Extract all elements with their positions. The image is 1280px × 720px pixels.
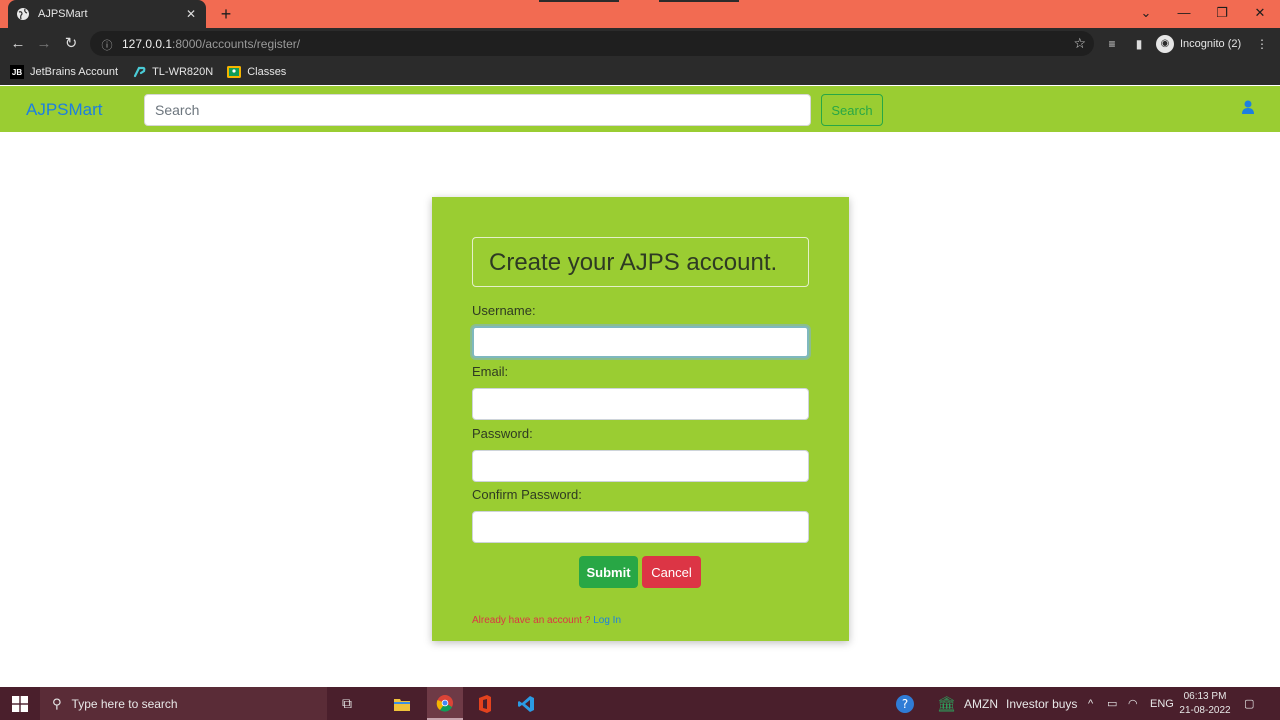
search-icon: ⚲ — [52, 695, 62, 711]
back-arrow-icon[interactable]: ← — [8, 34, 28, 54]
restore-icon[interactable]: ❐ — [1211, 4, 1233, 22]
bookmark-label: TL-WR820N — [152, 66, 214, 78]
address-bar[interactable]: ⓘ 127.0.0.1:8000/accounts/register/ ☆ — [90, 31, 1094, 56]
search-input[interactable] — [144, 94, 811, 126]
tplink-icon — [132, 65, 146, 79]
side-panel-icon[interactable]: ▮ — [1130, 35, 1148, 53]
email-label: Email: — [472, 364, 509, 379]
chrome-taskbar-icon[interactable] — [427, 687, 463, 720]
task-view-icon[interactable]: ⧉ — [329, 687, 365, 720]
password-label: Password: — [472, 426, 533, 441]
reload-icon[interactable]: ↻ — [61, 34, 81, 54]
close-window-icon[interactable]: ✕ — [1249, 4, 1271, 22]
clock-time: 06:13 PM — [1183, 691, 1227, 702]
clock-date: 21-08-2022 — [1179, 705, 1231, 716]
site-info-icon[interactable]: ⓘ — [100, 37, 114, 52]
windows-taskbar: ⚲ Type here to search ⧉ ? 🏛 AMZN Investo… — [0, 687, 1280, 720]
url-host: 127.0.0.1 — [122, 36, 173, 51]
bookmark-jetbrains[interactable]: JB JetBrains Account — [10, 65, 118, 79]
incognito-indicator[interactable]: ◉ Incognito (2) — [1156, 33, 1241, 55]
already-account-text: Already have an account ? Log In — [472, 615, 621, 626]
login-link[interactable]: Log In — [593, 615, 621, 626]
incognito-icon: ◉ — [1156, 35, 1174, 53]
incognito-label: Incognito (2) — [1180, 38, 1242, 50]
clock[interactable]: 06:13 PM 21-08-2022 — [1172, 690, 1238, 718]
browser-toolbar: ← → ↻ ⓘ 127.0.0.1:8000/accounts/register… — [0, 28, 1280, 59]
jetbrains-icon: JB — [10, 65, 24, 79]
news-widget[interactable]: 🏛 AMZN Investor buys — [937, 687, 1077, 720]
search-button[interactable]: Search — [821, 94, 883, 126]
already-account-label: Already have an account ? — [472, 615, 591, 626]
cancel-button[interactable]: Cancel — [642, 556, 701, 588]
bookmarks-bar: JB JetBrains Account TL-WR820N Classes — [0, 59, 1280, 85]
tray-chevron-icon[interactable]: ^ — [1088, 687, 1093, 720]
forward-arrow-icon[interactable]: → — [34, 34, 54, 54]
stock-ticker: AMZN — [964, 696, 999, 711]
url-path: :8000/accounts/register/ — [172, 36, 301, 51]
media-queue-icon[interactable]: ≡ — [1103, 35, 1121, 53]
notification-icon[interactable]: ▢ — [1244, 687, 1254, 720]
bookmark-star-icon[interactable]: ☆ — [1073, 35, 1086, 52]
browser-tab[interactable]: AJPSMart ✕ — [8, 0, 206, 28]
username-field[interactable] — [472, 326, 809, 358]
taskbar-search-placeholder: Type here to search — [71, 696, 178, 711]
globe-icon — [16, 7, 30, 21]
register-card: Create your AJPS account. Username: Emai… — [432, 197, 849, 641]
stock-news: Investor buys — [1006, 696, 1078, 711]
battery-icon[interactable]: ▭ — [1107, 687, 1117, 720]
tab-strip-drag-mark — [659, 0, 739, 2]
register-heading: Create your AJPS account. — [489, 249, 778, 276]
register-heading-box: Create your AJPS account. — [472, 237, 809, 287]
password-field[interactable] — [472, 450, 809, 482]
user-icon[interactable] — [1240, 99, 1256, 115]
bookmark-label: Classes — [247, 66, 287, 78]
brand-logo[interactable]: AJPSMart — [26, 100, 103, 120]
bookmark-classes[interactable]: Classes — [227, 65, 286, 79]
confirm-password-label: Confirm Password: — [472, 487, 582, 502]
tab-strip-drag-mark — [539, 0, 619, 2]
confirm-password-field[interactable] — [472, 511, 809, 543]
language-indicator[interactable]: ENG — [1150, 687, 1174, 720]
tab-close-icon[interactable]: ✕ — [184, 7, 198, 21]
wifi-icon[interactable]: ◠ — [1128, 687, 1138, 720]
taskbar-search-box[interactable]: ⚲ Type here to search — [40, 687, 327, 720]
file-explorer-icon[interactable] — [384, 687, 420, 720]
office-icon[interactable] — [467, 687, 503, 720]
browser-tab-strip: AJPSMart ✕ + ⌄ — ❐ ✕ — [0, 0, 1280, 28]
vscode-icon[interactable] — [508, 687, 544, 720]
email-field[interactable] — [472, 388, 809, 420]
bookmark-tplink[interactable]: TL-WR820N — [132, 65, 213, 79]
svg-text:?: ? — [902, 697, 908, 711]
site-navbar: AJPSMart Search — [0, 86, 1280, 132]
tab-title: AJPSMart — [38, 8, 88, 20]
username-label: Username: — [472, 303, 536, 318]
bank-icon: 🏛 — [937, 695, 957, 713]
new-tab-button[interactable]: + — [216, 4, 236, 24]
classroom-icon — [227, 65, 242, 79]
tab-search-chevron-icon[interactable]: ⌄ — [1135, 4, 1157, 22]
submit-button[interactable]: Submit — [579, 556, 638, 588]
windows-start-icon[interactable] — [12, 696, 28, 712]
help-icon[interactable]: ? — [895, 687, 915, 720]
minimize-icon[interactable]: — — [1173, 4, 1195, 22]
menu-kebab-icon[interactable]: ⋮ — [1253, 35, 1271, 53]
bookmark-label: JetBrains Account — [30, 66, 119, 78]
